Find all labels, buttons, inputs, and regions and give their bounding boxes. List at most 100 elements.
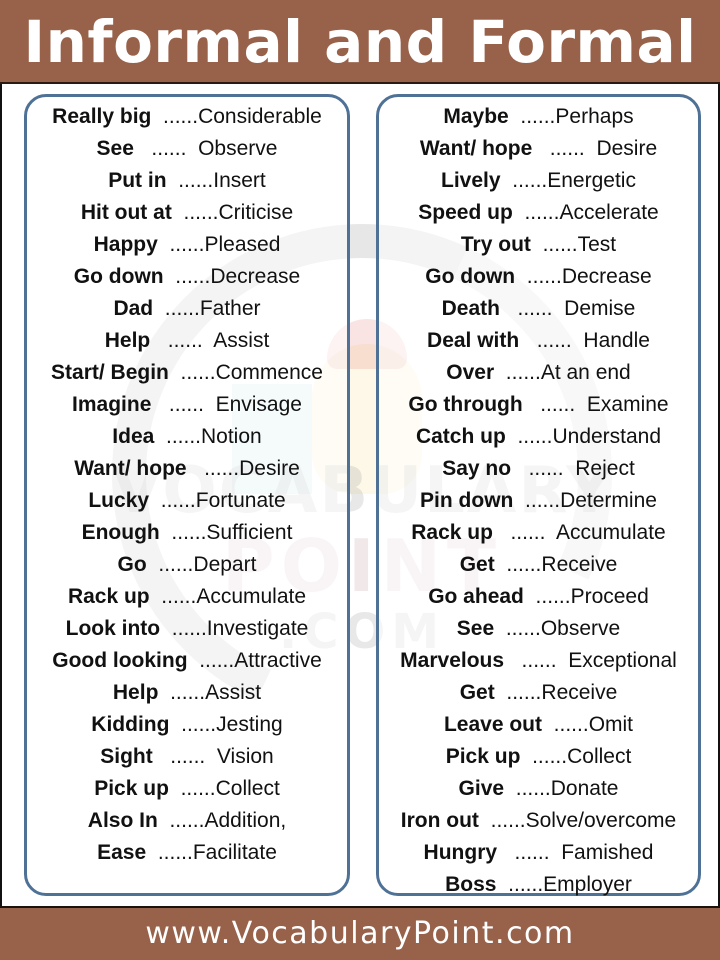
- informal-word: Rack up: [411, 521, 493, 544]
- word-pair-row: Dad ......Father: [27, 293, 347, 325]
- dotted-separator: ......: [149, 489, 196, 512]
- word-pair-row: Give ......Donate: [379, 773, 698, 805]
- formal-word: At an end: [540, 361, 631, 384]
- formal-word: Perhaps: [555, 105, 634, 128]
- dotted-separator: ......: [146, 553, 194, 576]
- informal-word: Pick up: [445, 745, 521, 768]
- dotted-separator: ......: [494, 553, 542, 576]
- formal-word: Desire: [239, 457, 300, 480]
- formal-word: Collect: [215, 777, 280, 800]
- formal-word: Criticise: [218, 201, 294, 224]
- dotted-separator: ......: [513, 489, 561, 512]
- informal-word: Go down: [425, 265, 516, 288]
- formal-word: Desire: [596, 137, 658, 160]
- dotted-separator: ......: [151, 393, 216, 416]
- informal-word: Get: [459, 681, 495, 704]
- formal-word: Energetic: [547, 169, 636, 192]
- word-pair-row: Rack up ...... Accumulate: [379, 517, 698, 549]
- header-banner: Informal and Formal: [0, 0, 720, 84]
- word-pair-row: Sight ...... Vision: [27, 741, 347, 773]
- right-word-list: Maybe ......Perhaps Want/ hope ...... Des…: [379, 101, 698, 901]
- dotted-separator: ......: [523, 585, 571, 608]
- word-pair-row: Pin down ......Determine: [379, 485, 698, 517]
- informal-word: Give: [458, 777, 505, 800]
- word-pair-row: Marvelous ...... Exceptional: [379, 645, 698, 677]
- word-pair-row: Death ...... Demise: [379, 293, 698, 325]
- informal-word: Good looking: [52, 649, 188, 672]
- informal-word: Lucky: [88, 489, 150, 512]
- formal-word: Accumulate: [556, 521, 666, 544]
- word-pair-row: See ...... Observe: [27, 133, 347, 165]
- informal-word: Rack up: [67, 585, 150, 608]
- informal-word: Death: [441, 297, 500, 320]
- word-pair-row: Happy ......Pleased: [27, 229, 347, 261]
- formal-word: Fortunate: [195, 489, 286, 512]
- formal-word: Observe: [198, 137, 278, 160]
- word-pair-row: See ......Observe: [379, 613, 698, 645]
- word-pair-row: Catch up ......Understand: [379, 421, 698, 453]
- word-pair-row: Go ......Depart: [27, 549, 347, 581]
- informal-word: Over: [446, 361, 495, 384]
- formal-word: Determine: [560, 489, 657, 512]
- word-pair-row: Try out ......Test: [379, 229, 698, 261]
- informal-word: Pick up: [94, 777, 169, 800]
- word-pair-row: Go through ...... Examine: [379, 389, 698, 421]
- informal-word: Go down: [73, 265, 164, 288]
- dotted-separator: ......: [508, 105, 556, 128]
- word-pair-row: Boss ......Employer: [379, 869, 698, 901]
- informal-word: Sight: [100, 745, 153, 768]
- word-pair-row: Really big ......Considerable: [27, 101, 347, 133]
- word-pair-row: Put in ......Insert: [27, 165, 347, 197]
- word-pair-row: Hit out at ......Criticise: [27, 197, 347, 229]
- dotted-separator: ......: [186, 457, 240, 480]
- dotted-separator: ......: [169, 713, 217, 736]
- formal-word: Depart: [193, 553, 257, 576]
- word-pair-row: Get ......Receive: [379, 549, 698, 581]
- informal-word: Hit out at: [80, 201, 172, 224]
- informal-word: Get: [459, 553, 495, 576]
- formal-word: Considerable: [198, 105, 322, 128]
- right-word-panel: Maybe ......Perhaps Want/ hope ...... Des…: [376, 94, 701, 896]
- dotted-separator: ......: [504, 777, 551, 800]
- formal-word: Demise: [564, 297, 636, 320]
- informal-word: Put in: [108, 169, 167, 192]
- dotted-separator: ......: [500, 169, 548, 192]
- informal-word: Happy: [93, 233, 158, 256]
- formal-word: Examine: [586, 393, 669, 416]
- word-pair-row: Iron out ......Solve/overcome: [379, 805, 698, 837]
- informal-word: Iron out: [400, 809, 479, 832]
- informal-word: Go through: [408, 393, 523, 416]
- dotted-separator: ......: [519, 329, 584, 352]
- formal-word: Test: [577, 233, 617, 256]
- dotted-separator: ......: [153, 297, 200, 320]
- formal-word: Sufficient: [206, 521, 293, 544]
- word-pair-row: Imagine ...... Envisage: [27, 389, 347, 421]
- informal-word: Go: [117, 553, 147, 576]
- dotted-separator: ......: [515, 265, 562, 288]
- dotted-separator: ......: [492, 521, 556, 544]
- formal-word: Understand: [552, 425, 662, 448]
- dotted-separator: ......: [163, 265, 211, 288]
- dotted-separator: ......: [542, 713, 589, 736]
- formal-word: Decrease: [561, 265, 652, 288]
- informal-word: Leave out: [443, 713, 542, 736]
- formal-word: Employer: [543, 873, 632, 896]
- formal-word: Investigate: [206, 617, 309, 640]
- word-pair-row: Idea ......Notion: [27, 421, 347, 453]
- formal-word: Solve/overcome: [525, 809, 677, 832]
- dotted-separator: ......: [150, 329, 214, 352]
- dotted-separator: ......: [512, 201, 560, 224]
- informal-word: Ease: [97, 841, 147, 864]
- word-pair-row: Ease ......Facilitate: [27, 837, 347, 869]
- dotted-separator: ......: [494, 681, 542, 704]
- dotted-separator: ......: [146, 841, 193, 864]
- word-pair-row: Over ......At an end: [379, 357, 698, 389]
- dotted-separator: ......: [168, 777, 216, 800]
- word-pair-row: Leave out ......Omit: [379, 709, 698, 741]
- formal-word: Assist: [205, 681, 262, 704]
- dotted-separator: ......: [478, 809, 526, 832]
- informal-word: Boss: [445, 873, 497, 896]
- dotted-separator: ......: [149, 585, 197, 608]
- word-pair-row: Lucky ......Fortunate: [27, 485, 347, 517]
- word-pair-row: Enough ......Sufficient: [27, 517, 347, 549]
